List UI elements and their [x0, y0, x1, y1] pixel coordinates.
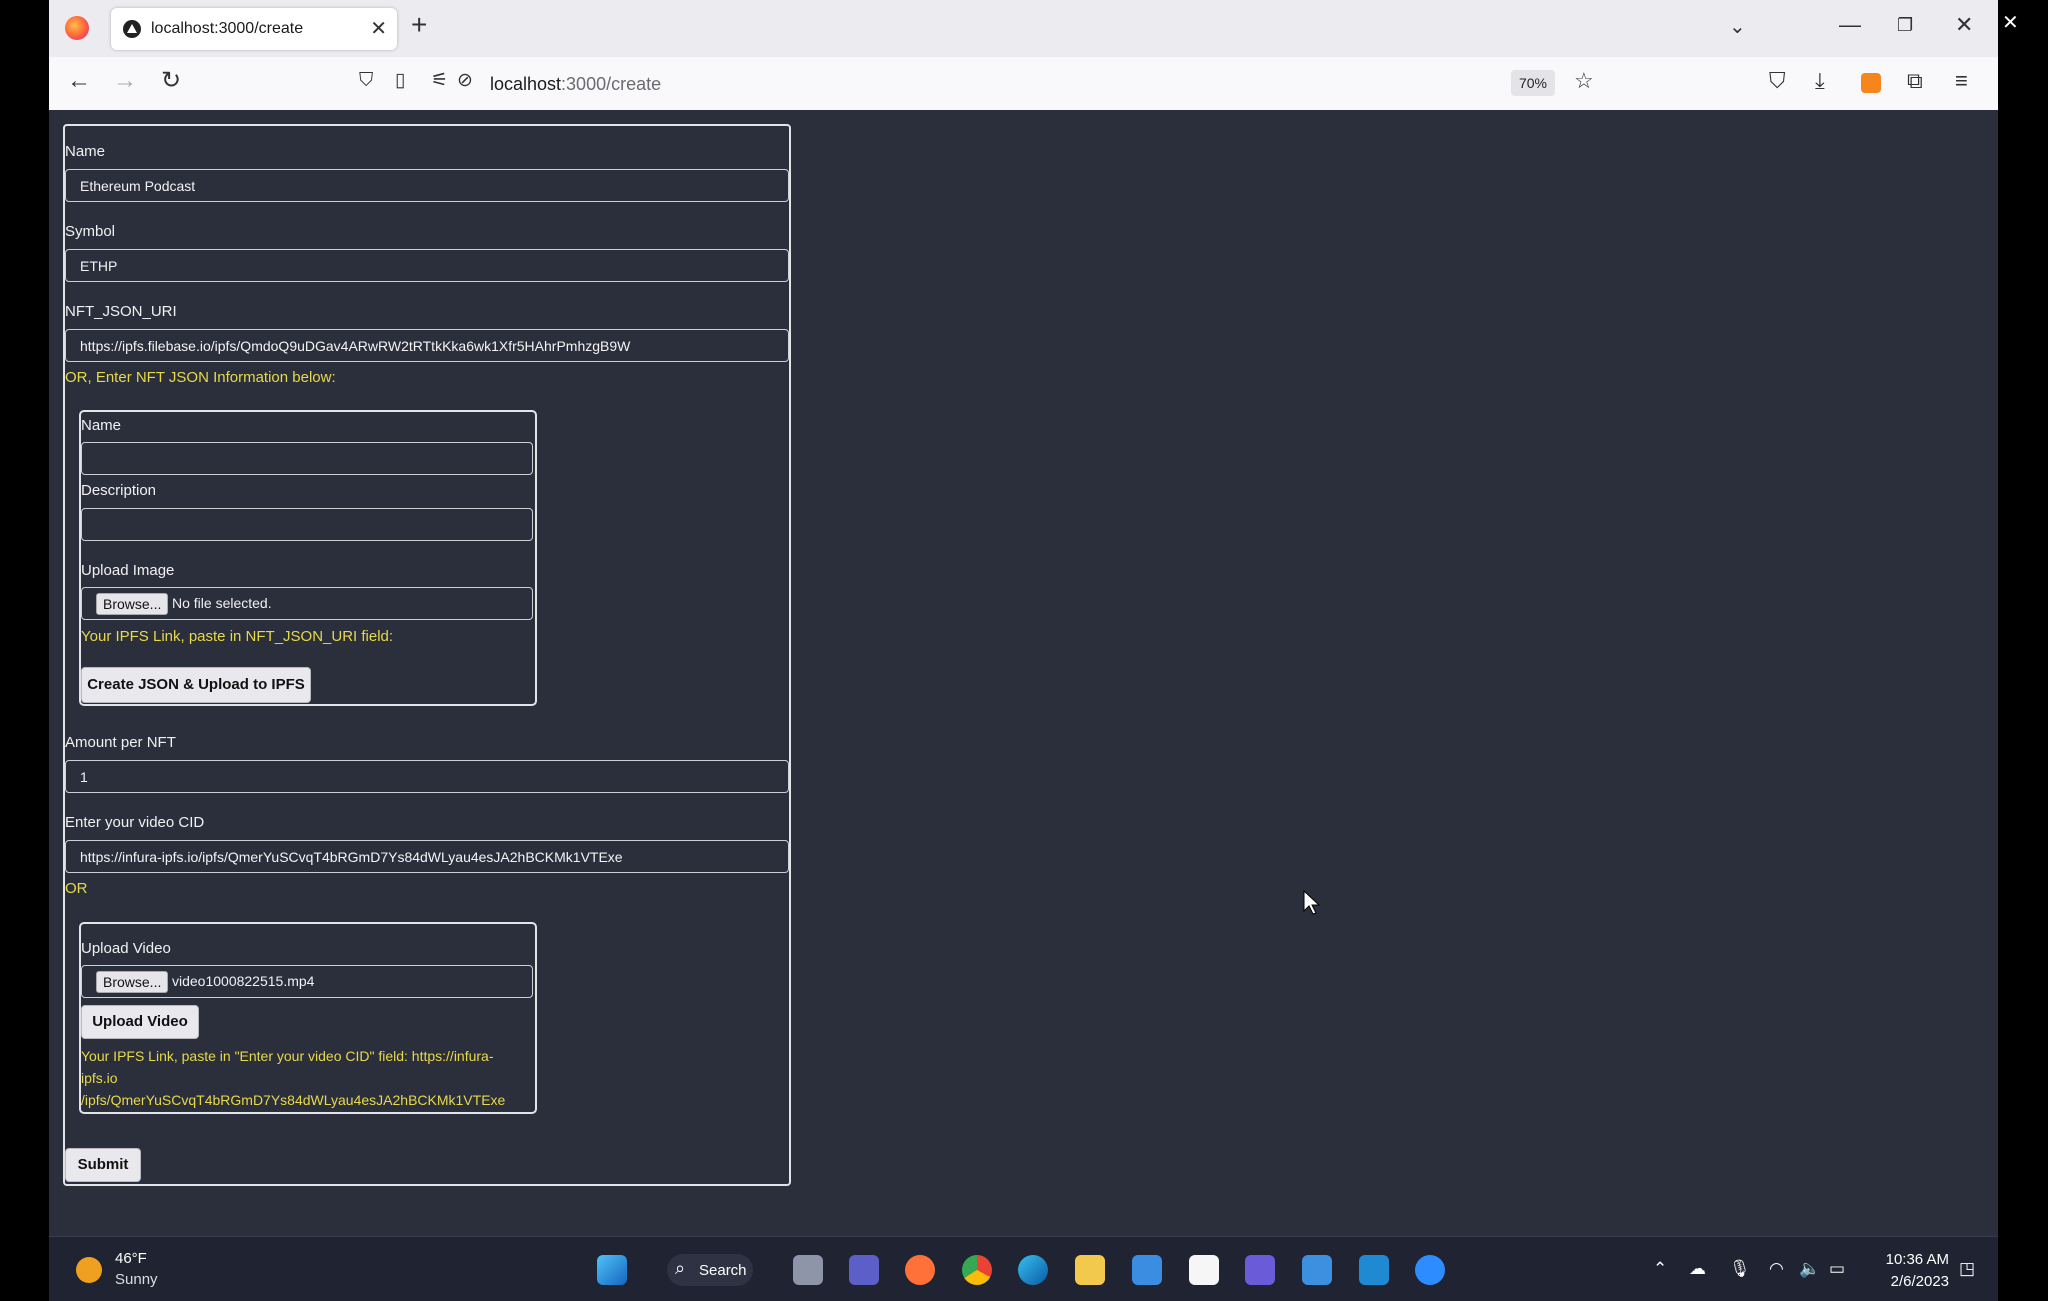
tab-bar: localhost:3000/create ✕ + ⌄ — ❐ ✕: [49, 0, 1998, 57]
tab-create[interactable]: localhost:3000/create ✕: [111, 8, 397, 50]
store-icon[interactable]: [1189, 1255, 1219, 1285]
image-file-input[interactable]: Browse... No file selected.: [81, 587, 533, 620]
symbol-label: Symbol: [65, 223, 116, 240]
video-cid-label: Enter your video CID: [65, 814, 205, 831]
json-description-label: Description: [81, 482, 157, 499]
edge-icon[interactable]: [1018, 1255, 1048, 1285]
close-window-icon[interactable]: ✕: [1955, 12, 1973, 38]
favicon-icon: [123, 20, 141, 38]
upload-video-label: Upload Video: [81, 940, 171, 957]
app-icon[interactable]: [1245, 1255, 1275, 1285]
menu-icon[interactable]: ≡: [1955, 70, 1968, 92]
search-icon: ⌕: [675, 1258, 686, 1278]
notification-icon[interactable]: ◳: [1959, 1259, 1975, 1279]
outer-close-icon[interactable]: ✕: [2002, 10, 2019, 35]
file-explorer-icon[interactable]: [1075, 1255, 1105, 1285]
json-name-input[interactable]: [81, 442, 533, 475]
page-icon[interactable]: ▯: [395, 71, 405, 90]
list-tabs-icon[interactable]: ⌄: [1729, 14, 1746, 39]
symbol-input[interactable]: ETHP: [65, 249, 789, 282]
vscode-icon[interactable]: [1359, 1255, 1389, 1285]
weather-temperature[interactable]: 46°F: [115, 1250, 147, 1267]
clock-time[interactable]: 10:36 AM: [1879, 1251, 1949, 1268]
close-tab-icon[interactable]: ✕: [370, 16, 387, 41]
navigation-bar: ← → ↻ ⛉ ▯ ⚟ ⊘ localhost:3000/create 70% …: [49, 57, 1998, 111]
video-ipfs-hint-line1: Your IPFS Link, paste in "Enter your vid…: [81, 1048, 494, 1064]
json-info-fieldset: Name Description Upload Image Browse... …: [79, 410, 537, 706]
or-text: OR: [65, 880, 88, 897]
amount-label: Amount per NFT: [65, 734, 176, 751]
url-bar[interactable]: localhost:3000/create: [490, 74, 661, 95]
reload-icon[interactable]: ↻: [161, 69, 181, 93]
page-content: Name Ethereum Podcast Symbol ETHP NFT_JS…: [49, 110, 1998, 1236]
sun-icon[interactable]: [76, 1257, 102, 1283]
upload-image-label: Upload Image: [81, 562, 175, 579]
browser-window: localhost:3000/create ✕ + ⌄ — ❐ ✕ ← → ↻ …: [49, 0, 1998, 1301]
new-tab-icon[interactable]: +: [411, 11, 427, 39]
name-input[interactable]: Ethereum Podcast: [65, 169, 789, 202]
create-json-upload-button[interactable]: Create JSON & Upload to IPFS: [81, 667, 311, 703]
uri-label: NFT_JSON_URI: [65, 303, 177, 320]
video-cid-input[interactable]: https://infura-ipfs.io/ipfs/QmerYuSCvqT4…: [65, 840, 789, 873]
video-upload-fieldset: Upload Video Browse... video1000822515.m…: [79, 922, 537, 1114]
video-ipfs-hint-line3: /ipfs/QmerYuSCvqT4bRGmD7Ys84dWLyau4esJA2…: [81, 1092, 506, 1108]
bookmark-star-icon[interactable]: ☆: [1574, 70, 1594, 92]
wifi-icon[interactable]: ◠: [1769, 1259, 1784, 1279]
extensions-icon[interactable]: ⧉: [1907, 70, 1923, 92]
upload-video-button[interactable]: Upload Video: [81, 1005, 199, 1039]
submit-button[interactable]: Submit: [65, 1148, 141, 1182]
json-name-label: Name: [81, 417, 122, 434]
video-file-name: video1000822515.mp4: [172, 973, 315, 989]
pocket-icon[interactable]: ⛉: [1769, 70, 1786, 92]
notepad-icon[interactable]: [1302, 1255, 1332, 1285]
windows-start-icon[interactable]: [597, 1255, 627, 1285]
downloads-icon[interactable]: ⤓: [1815, 70, 1825, 92]
minimize-icon[interactable]: —: [1839, 12, 1861, 38]
amount-input[interactable]: 1: [65, 760, 789, 793]
shield-icon[interactable]: ⛉: [359, 71, 373, 90]
cloud-icon[interactable]: ☁: [1689, 1259, 1706, 1279]
mouse-cursor-icon: [1303, 890, 1321, 915]
firefox-taskbar-icon[interactable]: [905, 1255, 935, 1285]
firefox-icon[interactable]: [65, 16, 89, 40]
video-file-input[interactable]: Browse... video1000822515.mp4: [81, 965, 533, 998]
chrome-icon[interactable]: [962, 1255, 992, 1285]
taskbar: 46°F Sunny ⌕ Search ⌃ ☁ 🎙 ◠ 🔈 ▭ 10:36 AM…: [49, 1236, 1998, 1301]
chat-icon[interactable]: [849, 1255, 879, 1285]
forward-icon[interactable]: →: [113, 69, 137, 93]
image-file-name: No file selected.: [172, 595, 272, 611]
zoom-icon[interactable]: [1415, 1255, 1445, 1285]
back-icon[interactable]: ←: [67, 69, 91, 93]
microphone-icon[interactable]: 🎙: [1729, 1259, 1751, 1279]
tab-title: localhost:3000/create: [151, 20, 304, 37]
chevron-up-icon[interactable]: ⌃: [1653, 1259, 1667, 1279]
metamask-icon[interactable]: [1861, 73, 1881, 93]
weather-description[interactable]: Sunny: [115, 1271, 158, 1288]
search-label: Search: [699, 1262, 747, 1279]
name-label: Name: [65, 143, 106, 160]
url-path: :3000/create: [561, 74, 662, 94]
video-browse-button[interactable]: Browse...: [96, 971, 169, 993]
task-view-icon[interactable]: [793, 1255, 823, 1285]
json-description-input[interactable]: [81, 508, 533, 541]
image-browse-button[interactable]: Browse...: [96, 593, 169, 615]
url-host: localhost: [490, 74, 562, 94]
or-json-text: OR, Enter NFT JSON Information below:: [65, 369, 336, 386]
image-ipfs-hint: Your IPFS Link, paste in NFT_JSON_URI fi…: [81, 628, 394, 645]
permissions-icon[interactable]: ⚟: [431, 71, 448, 90]
create-nft-form: Name Ethereum Podcast Symbol ETHP NFT_JS…: [63, 124, 791, 1186]
tracking-protection-icon[interactable]: ⊘: [457, 71, 473, 90]
clock-date[interactable]: 2/6/2023: [1879, 1273, 1949, 1290]
restore-icon[interactable]: ❐: [1897, 15, 1913, 36]
zoom-level[interactable]: 70%: [1511, 70, 1555, 96]
volume-icon[interactable]: 🔈: [1799, 1259, 1820, 1279]
battery-icon[interactable]: ▭: [1829, 1259, 1845, 1279]
mail-icon[interactable]: [1132, 1255, 1162, 1285]
video-ipfs-hint-line2: ipfs.io: [81, 1070, 118, 1086]
uri-input[interactable]: https://ipfs.filebase.io/ipfs/QmdoQ9uDGa…: [65, 329, 789, 362]
